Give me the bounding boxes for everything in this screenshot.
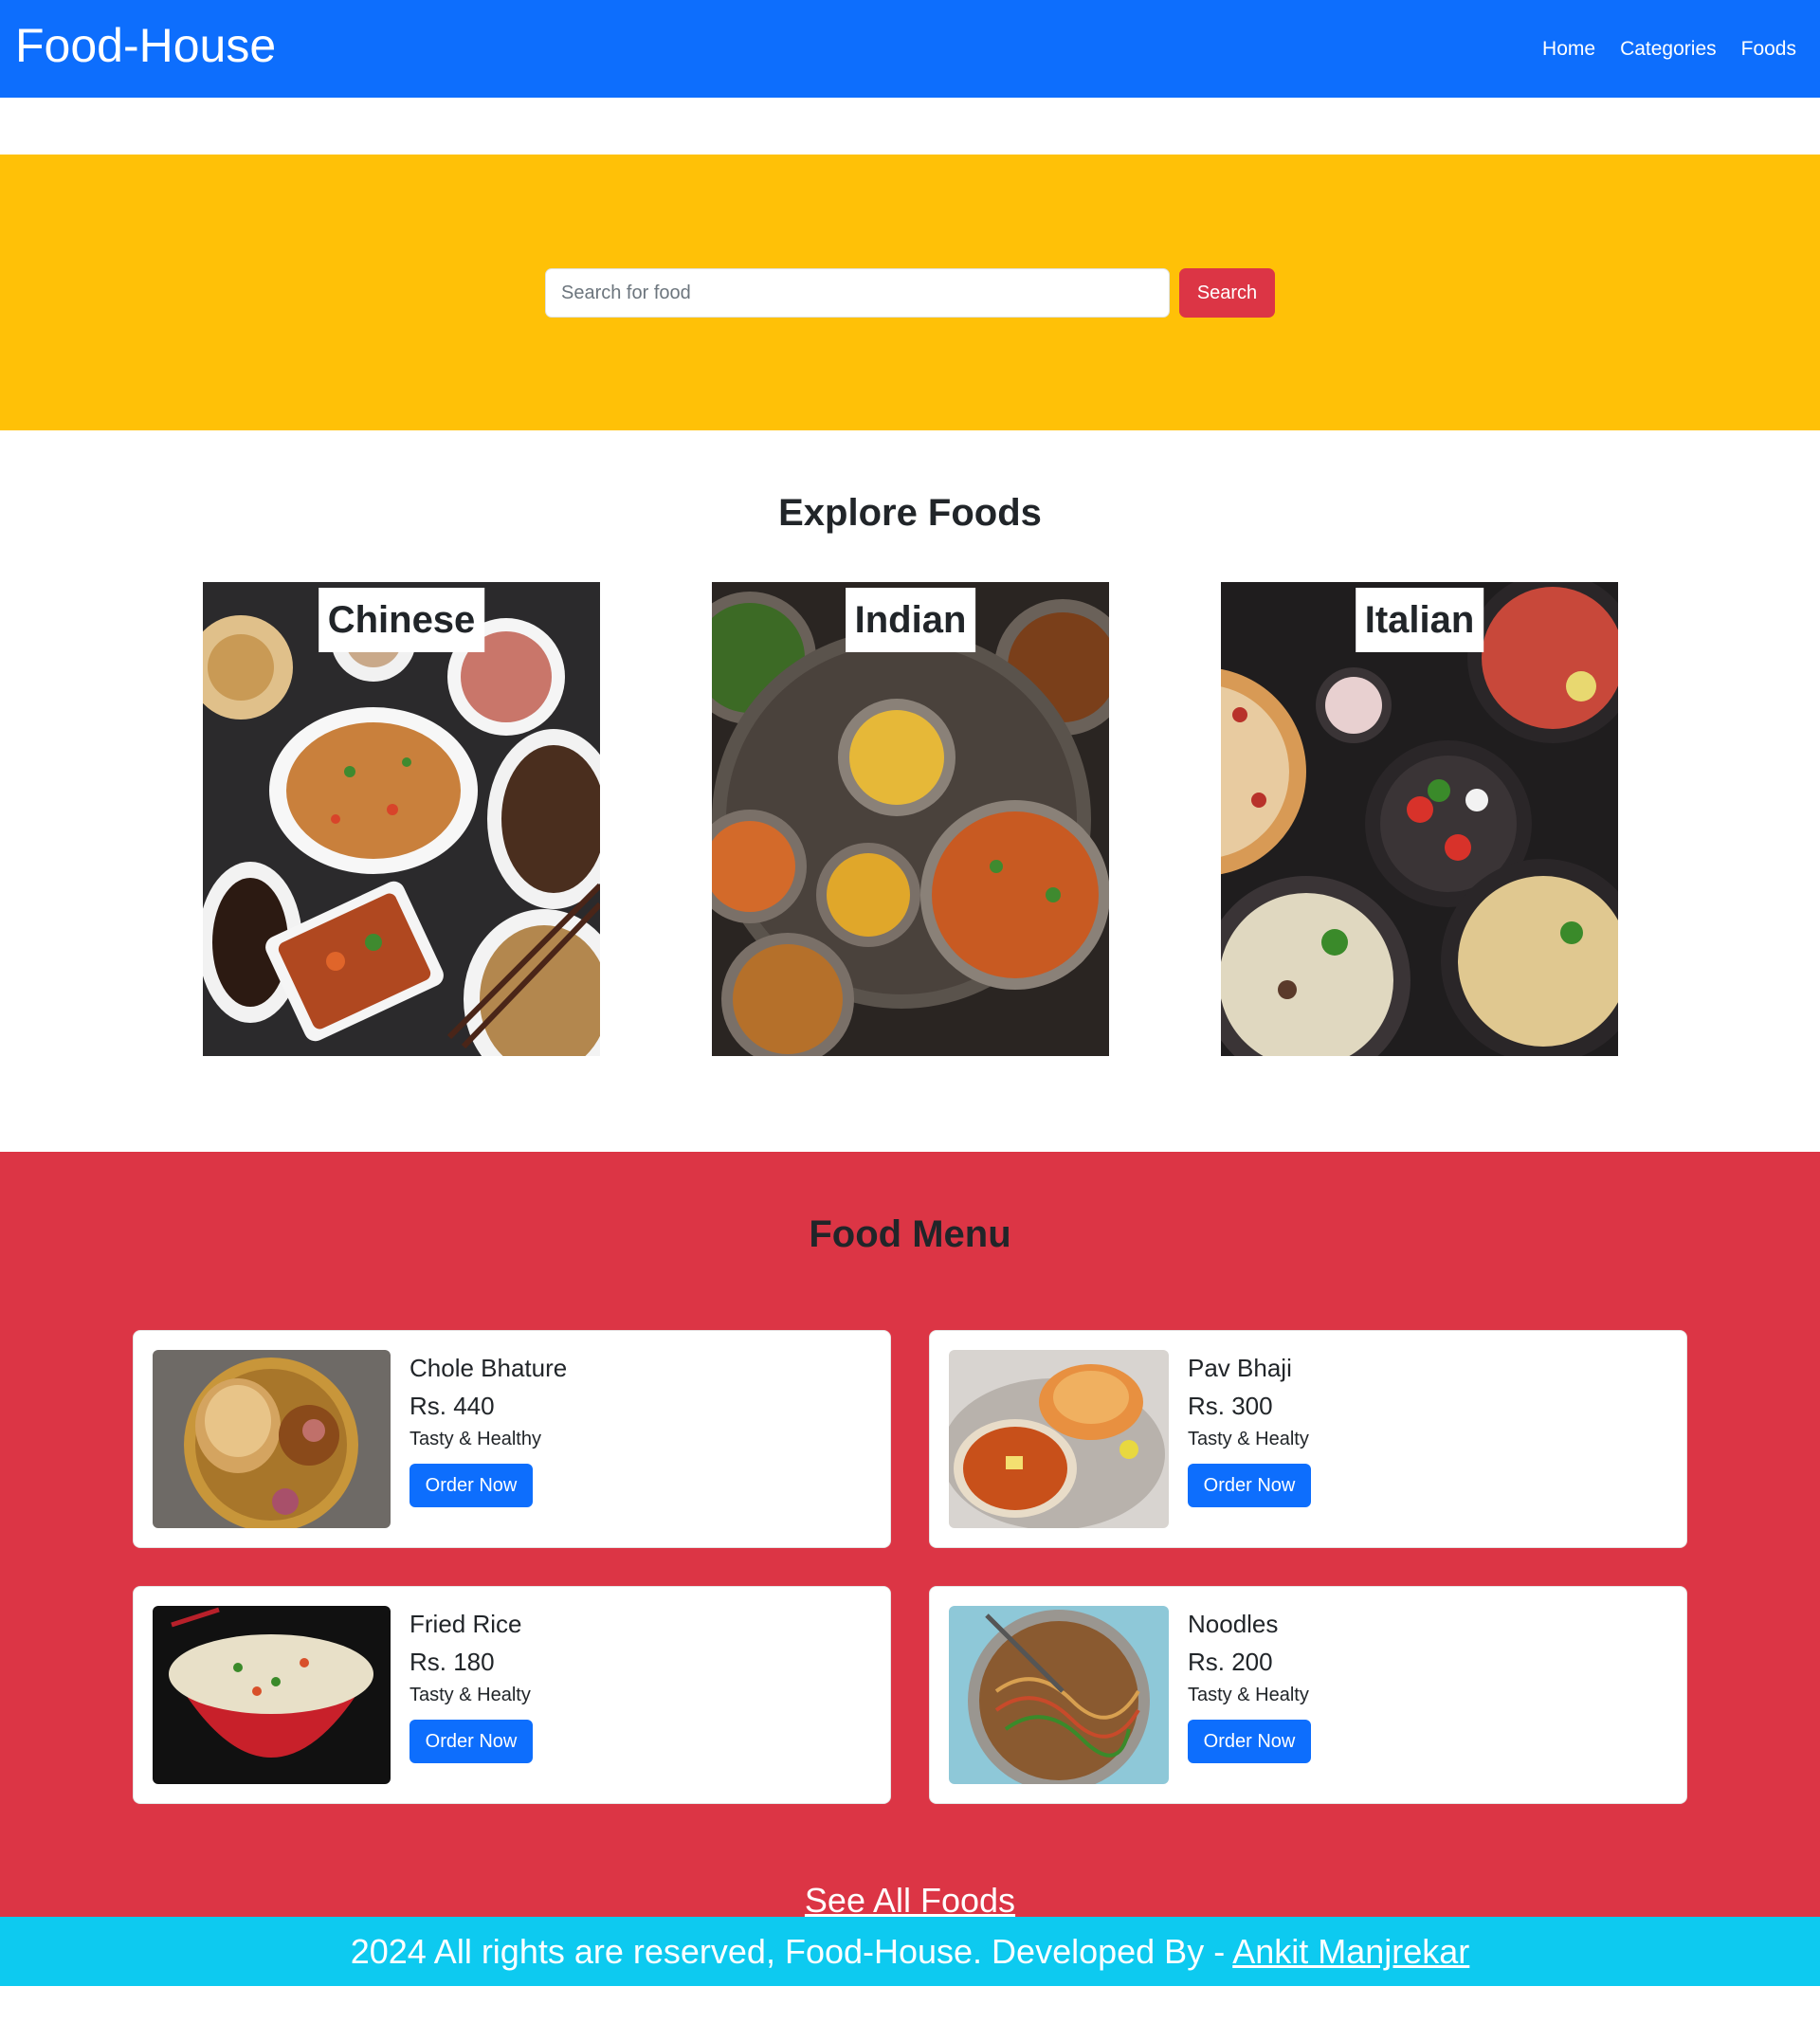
food-card-chole-bhature: Chole Bhature Rs. 440 Tasty & Healthy Or… [133,1330,891,1548]
nav-link-categories[interactable]: Categories [1620,36,1717,63]
food-menu-title: Food Menu [809,1213,1011,1255]
food-info: Fried Rice Rs. 180 Tasty & Healty Order … [410,1608,533,1763]
footer-text: 2024 All rights are reserved, Food-House… [0,1917,1820,1986]
nav-links: Home Categories Foods [1542,36,1796,63]
food-description: Tasty & Healty [1188,1685,1309,1705]
food-description: Tasty & Healty [410,1685,531,1705]
search-button[interactable]: Search [1179,268,1275,318]
food-info: Chole Bhature Rs. 440 Tasty & Healthy Or… [410,1352,567,1507]
food-name: Pav Bhaji [1188,1354,1292,1382]
food-image [949,1606,1169,1784]
food-info: Pav Bhaji Rs. 300 Tasty & Healty Order N… [1188,1352,1311,1507]
food-price: Rs. 300 [1188,1392,1273,1420]
food-price: Rs. 180 [410,1648,495,1676]
food-card-noodles: Noodles Rs. 200 Tasty & Healty Order Now [929,1586,1687,1804]
brand-logo[interactable]: Food-House [15,17,276,74]
order-now-button[interactable]: Order Now [410,1464,533,1507]
food-price: Rs. 200 [1188,1648,1273,1676]
food-card-pav-bhaji: Pav Bhaji Rs. 300 Tasty & Healty Order N… [929,1330,1687,1548]
search-input[interactable] [545,268,1170,318]
footer-copyright: 2024 All rights are reserved, Food-House… [350,1932,1233,1971]
hero-search-section: Search [0,155,1820,430]
nav-link-foods[interactable]: Foods [1741,36,1796,63]
food-image [949,1350,1169,1528]
chinese-food-image [203,582,600,1056]
see-all-wrapper: See All Foods [0,1880,1820,1922]
food-card-fried-rice: Fried Rice Rs. 180 Tasty & Healty Order … [133,1586,891,1804]
food-image [153,1350,391,1528]
food-image [153,1606,391,1784]
category-label: Italian [1355,588,1484,652]
order-now-button[interactable]: Order Now [1188,1464,1311,1507]
nav-link-home[interactable]: Home [1542,36,1595,63]
category-card-italian[interactable]: Italian [1221,582,1618,1056]
footer-author-link[interactable]: Ankit Manjrekar [1232,1932,1469,1971]
food-description: Tasty & Healty [1188,1429,1309,1449]
food-name: Noodles [1188,1610,1279,1638]
food-description: Tasty & Healthy [410,1429,541,1449]
category-label: Chinese [318,588,485,652]
order-now-button[interactable]: Order Now [1188,1720,1311,1763]
navbar: Food-House Home Categories Foods [0,0,1820,98]
category-label: Indian [845,588,976,652]
food-info: Noodles Rs. 200 Tasty & Healty Order Now [1188,1608,1311,1763]
category-card-indian[interactable]: Indian [712,582,1109,1056]
indian-food-image [712,582,1109,1056]
explore-foods-title: Explore Foods [778,492,1042,534]
food-price: Rs. 440 [410,1392,495,1420]
food-name: Chole Bhature [410,1354,568,1382]
order-now-button[interactable]: Order Now [410,1720,533,1763]
food-menu-section: Food Menu Chole Bhature Rs. 440 Tasty & … [0,1152,1820,1920]
italian-food-image [1221,582,1618,1056]
see-all-foods-link[interactable]: See All Foods [805,1881,1015,1920]
footer: 2024 All rights are reserved, Food-House… [0,1917,1820,1986]
food-name: Fried Rice [410,1610,522,1638]
category-card-chinese[interactable]: Chinese [203,582,600,1056]
